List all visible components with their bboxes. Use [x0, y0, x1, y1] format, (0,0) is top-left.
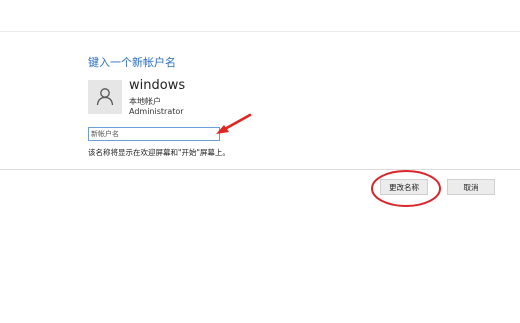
- account-name: windows: [129, 78, 186, 93]
- cancel-button[interactable]: 取消: [447, 179, 495, 195]
- avatar: [88, 80, 122, 114]
- annotation-circle-icon: [371, 170, 441, 207]
- account-role: Administrator: [129, 107, 184, 116]
- new-account-name-input[interactable]: [88, 127, 220, 141]
- user-silhouette-icon: [96, 88, 114, 106]
- hint-text: 该名称将显示在欢迎屏幕和"开始"屏幕上。: [88, 148, 230, 157]
- page-title: 键入一个新帐户名: [88, 56, 176, 69]
- top-divider: [0, 31, 520, 32]
- account-type: 本地帐户: [129, 97, 161, 106]
- annotation-arrow-icon: [216, 113, 252, 134]
